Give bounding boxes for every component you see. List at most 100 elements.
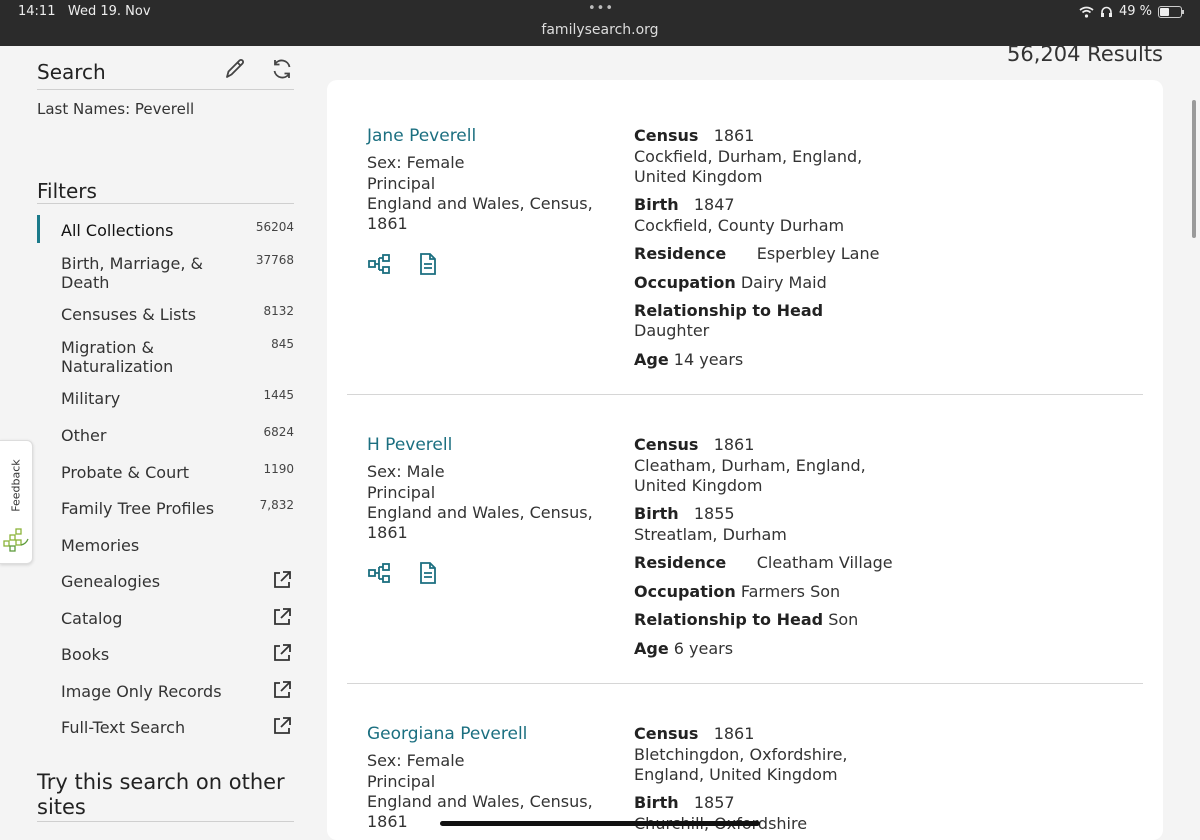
filter-label: Memories <box>61 536 140 555</box>
divider <box>37 821 294 822</box>
link-genealogies[interactable]: Genealogies <box>61 571 294 591</box>
filter-military[interactable]: Military 1445 <box>61 388 294 408</box>
filter-label: Migration & Naturalization <box>61 338 174 376</box>
census-place: Cockfield, Durham, England, <box>634 147 863 166</box>
record-collection: England and Wales, Census, <box>367 503 593 522</box>
feedback-label: Feedback <box>9 459 23 512</box>
record-collection-year: 1861 <box>367 214 408 233</box>
filter-label: Censuses & Lists <box>61 305 197 324</box>
filter-count: 8132 <box>263 304 294 318</box>
external-link-icon <box>274 571 291 588</box>
record-sex: Sex: Female <box>367 751 465 770</box>
status-time: 14:11 Wed 19. Nov <box>18 4 151 19</box>
external-link-icon <box>274 717 291 734</box>
filter-label: Books <box>61 645 110 664</box>
divider <box>37 203 294 204</box>
filter-label: Other <box>61 426 107 445</box>
age-field: Age 14 years <box>634 350 744 369</box>
census-place-2: England, United Kingdom <box>634 765 838 784</box>
relationship-field: Relationship to Head Son <box>634 610 859 629</box>
active-filter-indicator <box>37 215 40 243</box>
filter-count: 6824 <box>263 425 294 439</box>
filter-count: 1445 <box>263 388 294 402</box>
filter-label: All Collections <box>61 221 174 240</box>
occupation-field: Occupation Dairy Maid <box>634 273 827 292</box>
filter-count: 1190 <box>263 462 294 476</box>
feedback-tab[interactable]: Feedback <box>0 440 33 564</box>
link-catalog[interactable]: Catalog <box>61 608 294 628</box>
record-role: Principal <box>367 483 436 502</box>
pencil-icon[interactable] <box>222 56 248 82</box>
filter-all-collections[interactable]: All Collections 56204 <box>61 220 294 240</box>
relationship-field: Relationship to Head <box>634 301 824 320</box>
filter-family-tree-profiles[interactable]: Family Tree Profiles 7,832 <box>61 498 294 518</box>
birth-place: Streatlam, Durham <box>634 525 787 544</box>
relationship-value: Daughter <box>634 321 710 340</box>
census-place: Cleatham, Durham, England, <box>634 456 866 475</box>
filter-label: Catalog <box>61 609 123 628</box>
filter-label: Probate & Court <box>61 463 190 482</box>
record-role: Principal <box>367 772 436 791</box>
home-indicator[interactable] <box>440 821 760 826</box>
headphones-icon <box>1100 6 1112 17</box>
record-name-link[interactable]: Jane Peverell <box>367 126 476 146</box>
results-list: Jane Peverell Sex: Female Principal Engl… <box>327 80 1163 840</box>
record-collection-year: 1861 <box>367 812 408 831</box>
more-dots-icon[interactable]: ••• <box>588 1 614 16</box>
family-tree-logo-icon <box>3 528 29 552</box>
census-place: Bletchingdon, Oxfordshire, <box>634 745 848 764</box>
refresh-icon[interactable] <box>269 56 295 82</box>
battery-percent: 49 % <box>1118 4 1152 19</box>
census-field: Census 1861 <box>634 724 755 743</box>
wifi-icon <box>1079 6 1094 18</box>
filter-label: Image Only Records <box>61 682 222 701</box>
external-link-icon <box>274 644 291 661</box>
birth-field: Birth 1847 <box>634 195 735 214</box>
filter-count: 37768 <box>255 253 294 267</box>
filter-migration-naturalization[interactable]: Migration & Naturalization 845 <box>61 337 294 376</box>
filter-memories[interactable]: Memories <box>61 536 294 555</box>
divider <box>37 89 294 90</box>
record-role: Principal <box>367 174 436 193</box>
age-field: Age 6 years <box>634 639 734 658</box>
results-count: 56,204 Results <box>1007 42 1163 66</box>
residence-field: Residence Cleatham Village <box>634 553 893 572</box>
filter-label: Military <box>61 389 121 408</box>
record-divider <box>347 683 1143 684</box>
battery-icon <box>1158 5 1184 18</box>
record-collection-year: 1861 <box>367 523 408 542</box>
link-image-only-records[interactable]: Image Only Records <box>61 681 294 701</box>
external-link-icon <box>274 681 291 698</box>
document-icon[interactable] <box>416 252 440 276</box>
try-other-sites-heading: Try this search on other sites <box>37 770 285 819</box>
search-criteria-last-names: Last Names: Peverell <box>37 100 195 118</box>
page-scrollbar[interactable] <box>1192 100 1196 238</box>
record-sex: Sex: Male <box>367 462 445 481</box>
birth-field: Birth 1857 <box>634 793 735 812</box>
external-link-icon <box>274 608 291 625</box>
record-sex: Sex: Female <box>367 153 465 172</box>
family-tree-icon[interactable] <box>367 252 391 276</box>
link-books[interactable]: Books <box>61 644 294 664</box>
filter-other[interactable]: Other 6824 <box>61 425 294 445</box>
birth-field: Birth 1855 <box>634 504 735 523</box>
link-full-text-search[interactable]: Full-Text Search <box>61 717 294 737</box>
record-collection: England and Wales, Census, <box>367 792 593 811</box>
filter-censuses-lists[interactable]: Censuses & Lists 8132 <box>61 304 294 324</box>
filter-label: Genealogies <box>61 572 161 591</box>
family-tree-icon[interactable] <box>367 561 391 585</box>
filter-count: 845 <box>271 337 294 351</box>
record-name-link[interactable]: Georgiana Peverell <box>367 724 527 744</box>
record-divider <box>347 394 1143 395</box>
search-heading: Search <box>37 60 106 84</box>
filter-birth-marriage-death[interactable]: Birth, Marriage, & Death 37768 <box>61 253 294 292</box>
census-place-2: United Kingdom <box>634 167 763 186</box>
record-name-link[interactable]: H Peverell <box>367 435 452 455</box>
document-icon[interactable] <box>416 561 440 585</box>
census-field: Census 1861 <box>634 126 755 145</box>
filter-label: Family Tree Profiles <box>61 499 215 518</box>
residence-field: Residence Esperbley Lane <box>634 244 880 263</box>
url-bar[interactable]: familysearch.org <box>0 22 1200 38</box>
filter-probate-court[interactable]: Probate & Court 1190 <box>61 462 294 482</box>
occupation-field: Occupation Farmers Son <box>634 582 841 601</box>
